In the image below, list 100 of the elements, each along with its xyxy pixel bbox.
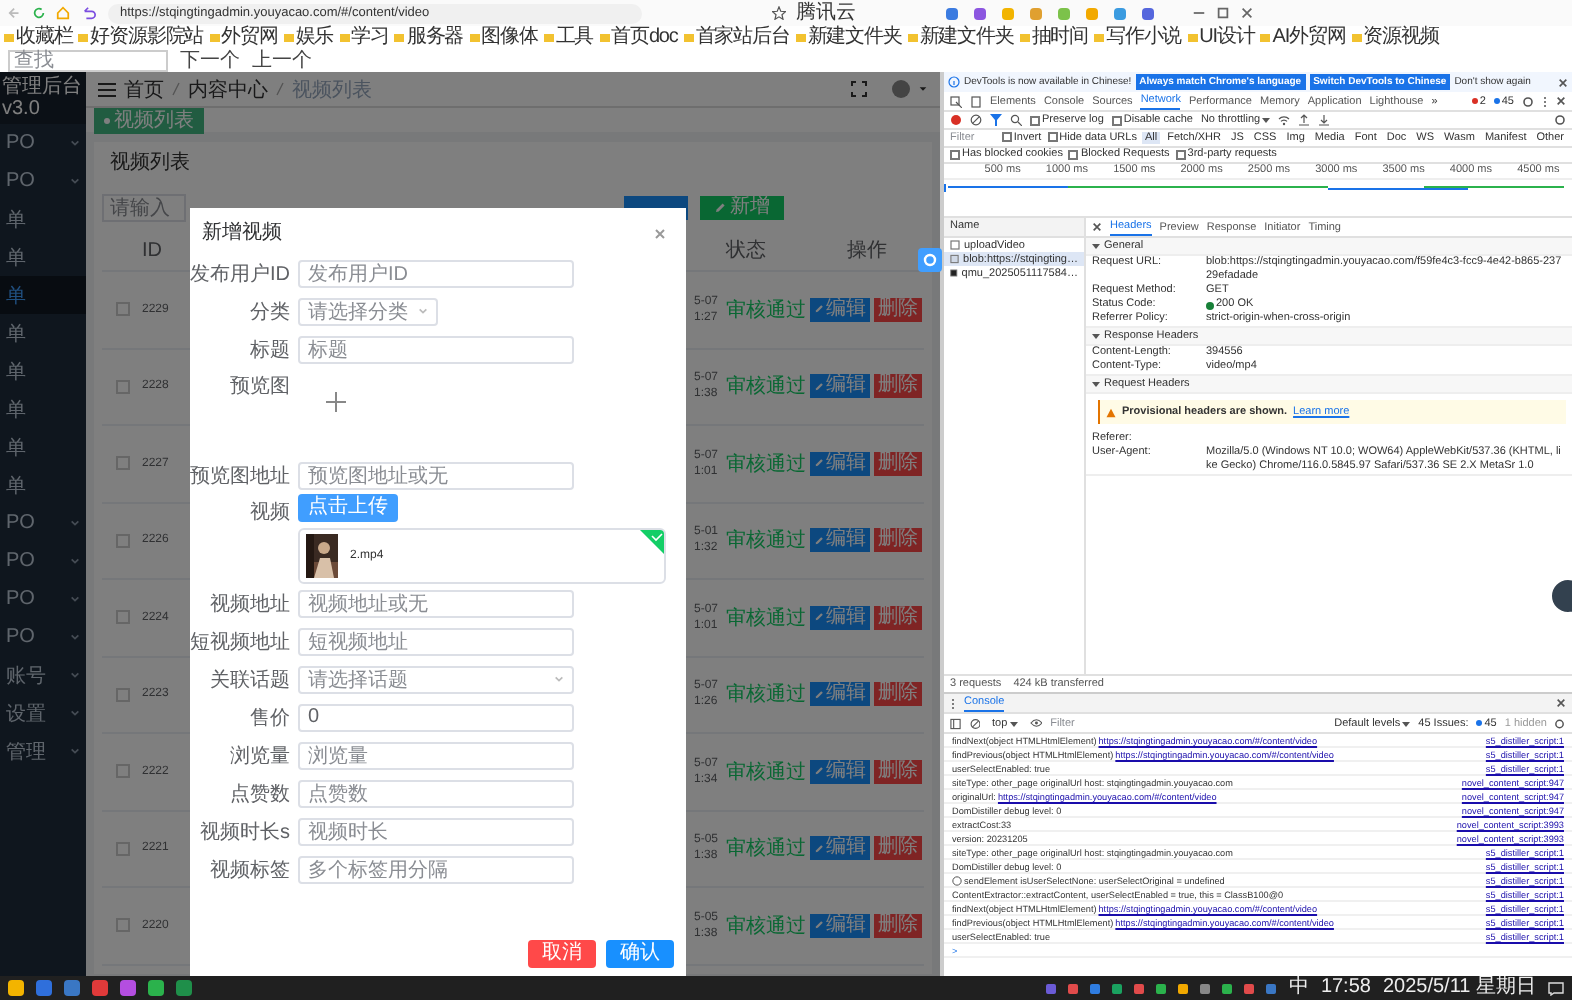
field-label: 短视频地址 — [190, 629, 290, 655]
row-checkbox[interactable] — [115, 764, 129, 779]
user-avatar[interactable] — [892, 80, 910, 98]
eye-icon[interactable] — [1029, 718, 1043, 728]
separator-icon — [276, 82, 284, 96]
add-image-icon[interactable] — [326, 392, 346, 412]
search-icon[interactable] — [1010, 114, 1022, 126]
close-icon[interactable] — [1240, 6, 1254, 20]
caret-icon[interactable] — [918, 84, 928, 94]
bookmark[interactable]: 首家站后台 — [683, 26, 790, 50]
row-checkbox[interactable] — [115, 841, 129, 856]
row-checkbox[interactable] — [115, 918, 129, 933]
download-icon[interactable] — [1318, 114, 1331, 126]
maximize-icon[interactable] — [1216, 6, 1230, 20]
extension-icon[interactable] — [946, 7, 958, 19]
settings-button[interactable] — [918, 248, 942, 272]
clock-time[interactable]: 17:58 — [1320, 976, 1371, 1000]
settings-icon[interactable] — [1554, 717, 1566, 729]
input-field[interactable]: 0 — [298, 703, 574, 731]
upload-icon[interactable] — [1298, 114, 1311, 126]
row-checkbox[interactable] — [115, 533, 129, 548]
bookmark[interactable]: 好资源影院站 — [78, 26, 204, 50]
row-checkbox[interactable] — [115, 610, 129, 625]
breadcrumb-item[interactable]: 首页 — [124, 75, 164, 103]
clock-date[interactable]: 2025/5/11 星期日 — [1382, 976, 1536, 1000]
close-icon[interactable] — [1558, 77, 1568, 87]
bookmark[interactable]: 学习 — [339, 26, 389, 50]
bookmark[interactable]: 图像体 — [469, 26, 538, 50]
caret-icon[interactable] — [1092, 242, 1100, 250]
record-icon[interactable] — [950, 114, 962, 126]
close-icon[interactable] — [1092, 222, 1102, 232]
menu-icon[interactable] — [98, 81, 116, 97]
bookmark[interactable]: AI外贸网 — [1260, 26, 1346, 50]
extension-icon[interactable] — [1114, 7, 1126, 19]
bookmark[interactable]: 新建文件夹 — [907, 26, 1014, 50]
close-icon[interactable] — [1556, 96, 1566, 106]
status-text: 审核通过 — [726, 835, 808, 863]
find-previous-button[interactable]: 上一个 — [252, 50, 312, 72]
bookmark[interactable]: 首页doc — [599, 26, 678, 50]
status-text: 审核通过 — [726, 451, 808, 478]
status-text: 审核通过 — [726, 913, 808, 940]
bookmark[interactable]: 写作小说 — [1094, 26, 1182, 50]
extension-icon[interactable] — [1142, 7, 1154, 19]
row-checkbox[interactable] — [115, 379, 129, 394]
sidebar-icon[interactable] — [950, 717, 962, 729]
caret-icon — [1262, 116, 1271, 124]
field-label: 视频标签 — [208, 857, 290, 883]
bookmark[interactable]: UI设计 — [1187, 26, 1255, 50]
row-checkbox[interactable] — [115, 456, 129, 471]
input-method-indicator[interactable]: 中 — [1288, 976, 1309, 1000]
pen-icon — [814, 766, 824, 777]
fullscreen-icon[interactable] — [850, 80, 868, 98]
row-checkbox[interactable] — [115, 302, 129, 317]
filter-icon[interactable] — [990, 114, 1002, 126]
bookmark[interactable]: 资源视频 — [1351, 26, 1439, 50]
row-checkbox[interactable] — [115, 687, 129, 702]
pen-icon — [814, 612, 824, 623]
find-next-button[interactable]: 下一个 — [180, 50, 240, 72]
minimize-icon[interactable] — [1192, 6, 1206, 20]
bookmark[interactable]: 娱乐 — [283, 26, 334, 50]
inspect-icon[interactable] — [950, 95, 962, 107]
field-label: 预览图 — [228, 374, 290, 400]
field-label: 视频时长s — [198, 819, 290, 845]
card-title: 视频列表 — [108, 150, 192, 178]
bookmark[interactable]: 抽时间 — [1019, 26, 1089, 50]
extension-icon[interactable] — [974, 7, 986, 19]
app-title: 管理后台v3.0 — [0, 72, 86, 124]
reload-icon[interactable] — [32, 6, 46, 20]
check-badge-icon — [640, 530, 664, 554]
bookmark[interactable]: 工具 — [543, 26, 594, 50]
caret-icon[interactable] — [1092, 380, 1100, 388]
bookmark[interactable]: 服务器 — [394, 26, 464, 50]
device-icon[interactable] — [970, 95, 982, 107]
caret-icon — [1402, 719, 1411, 727]
field-label: 浏览量 — [228, 743, 290, 769]
pen-icon — [814, 304, 824, 315]
info-icon — [952, 875, 962, 885]
status-text: 审核通过 — [726, 527, 808, 555]
wifi-icon[interactable] — [1278, 114, 1291, 126]
field-label: 售价 — [248, 705, 290, 731]
settings-icon[interactable] — [1522, 95, 1534, 107]
close-icon[interactable] — [1556, 698, 1566, 708]
caret-icon — [1009, 719, 1018, 727]
breadcrumb-item[interactable]: 内容中心 — [188, 75, 268, 103]
profile-button[interactable]: 腾讯云 — [796, 1, 856, 25]
pen-icon — [814, 535, 824, 546]
bookmark[interactable]: 外贸网 — [209, 26, 278, 50]
info-icon — [948, 76, 960, 88]
clear-icon[interactable] — [970, 114, 982, 126]
settings-icon[interactable] — [1554, 114, 1566, 126]
bookmark[interactable]: 收藏栏 — [4, 26, 73, 50]
clear-icon[interactable] — [969, 717, 981, 729]
undo-icon[interactable] — [80, 6, 98, 20]
field-label: 关联话题 — [208, 667, 290, 693]
star-icon[interactable] — [772, 6, 786, 20]
caret-icon[interactable] — [1092, 332, 1100, 340]
chevron-icon — [554, 674, 564, 684]
bookmark[interactable]: 新建文件夹 — [795, 26, 902, 50]
pen-icon — [814, 458, 824, 469]
notification-icon[interactable] — [1548, 981, 1564, 995]
